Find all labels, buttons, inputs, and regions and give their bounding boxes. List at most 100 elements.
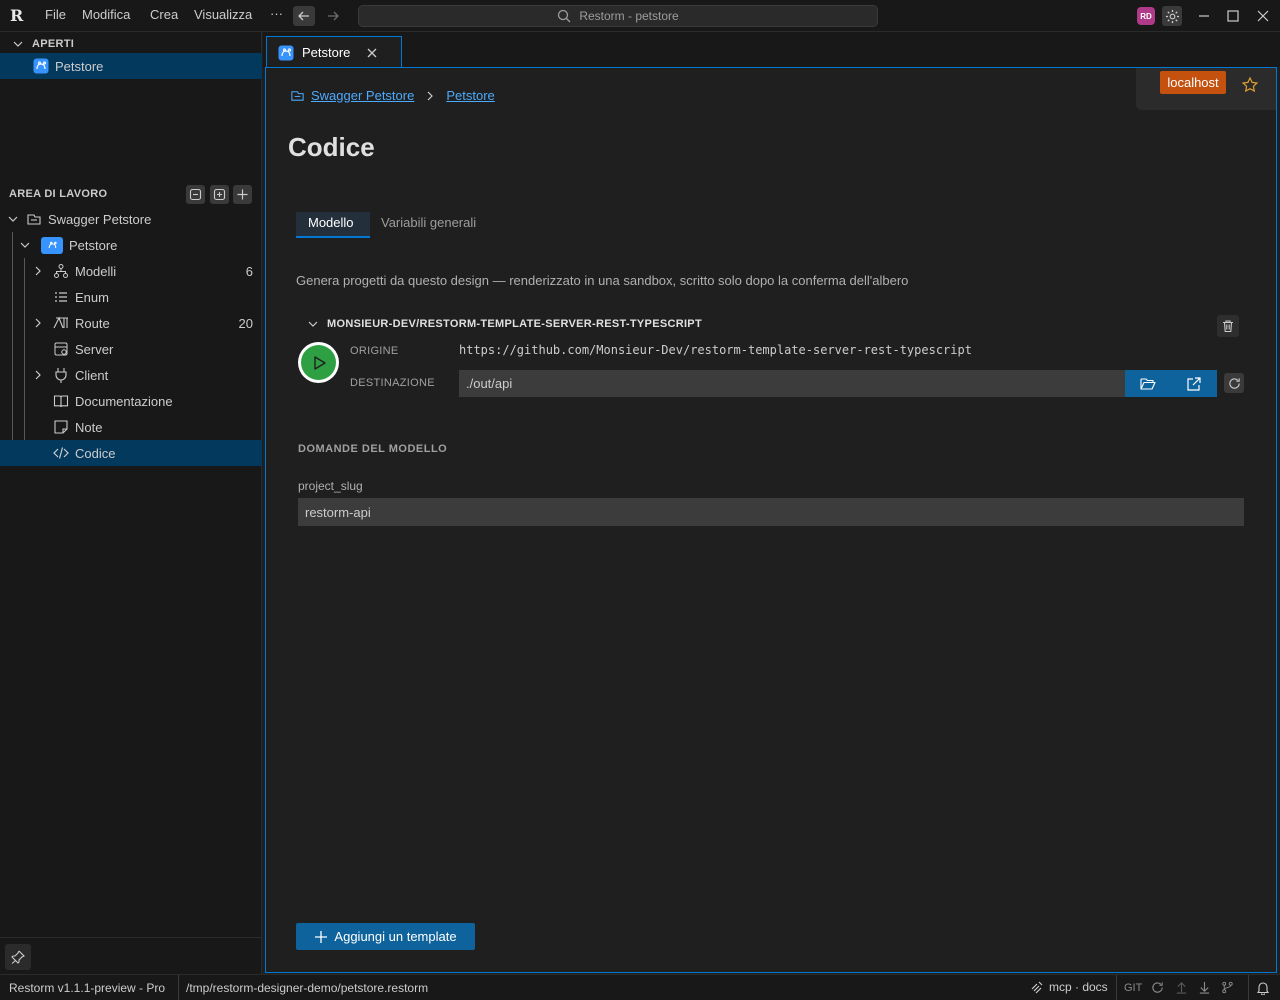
add-template-button[interactable]: Aggiungi un template (296, 923, 475, 950)
add-template-label: Aggiungi un template (334, 929, 457, 944)
pin-button[interactable] (5, 944, 31, 970)
tree-root-label: Swagger Petstore (48, 211, 152, 227)
tree-item-note[interactable]: Note (0, 414, 262, 440)
menu-visualizza[interactable]: Visualizza (194, 7, 252, 22)
git-pull-icon[interactable] (1198, 981, 1211, 994)
git-branch-icon[interactable] (1221, 981, 1234, 994)
tree-item-server[interactable]: Server (0, 336, 262, 362)
chevron-down-icon (20, 242, 30, 248)
open-external-button[interactable] (1171, 370, 1217, 397)
external-link-icon (1187, 376, 1201, 391)
note-icon (54, 420, 68, 434)
environment-badge[interactable]: localhost (1160, 71, 1226, 94)
expand-all-button[interactable] (210, 185, 229, 204)
tree-project-petstore[interactable]: Petstore (0, 232, 262, 258)
delete-template-button[interactable] (1217, 315, 1239, 337)
browse-folder-button[interactable] (1125, 370, 1171, 397)
mcp-status[interactable]: mcp · docs (1030, 980, 1108, 994)
tree-item-client[interactable]: Client (0, 362, 262, 388)
mcp-icon (1031, 981, 1043, 994)
destination-label: DESTINAZIONE (350, 377, 435, 389)
tree-item-count: 6 (245, 263, 253, 279)
chevron-down-icon (308, 321, 318, 327)
minimize-icon[interactable] (1196, 8, 1212, 24)
star-icon[interactable] (1241, 76, 1259, 94)
app-logo: R (10, 6, 24, 25)
open-item-petstore[interactable]: Petstore (0, 53, 262, 79)
tree-item-enum[interactable]: Enum (0, 284, 262, 310)
petstore-icon (278, 45, 294, 60)
tree-item-label: Client (75, 367, 109, 383)
tab-variabili-label: Variabili generali (381, 215, 477, 230)
collapse-all-button[interactable] (186, 185, 205, 204)
close-icon[interactable] (366, 47, 378, 59)
server-icon (54, 342, 68, 356)
code-icon (53, 447, 69, 459)
petstore-icon (33, 58, 49, 74)
tree-item-label: Modelli (75, 263, 117, 279)
refresh-button[interactable] (1224, 373, 1244, 393)
bell-icon[interactable] (1256, 981, 1270, 995)
chevron-down-icon (13, 41, 23, 47)
chevron-right-icon (35, 318, 41, 328)
open-section-title: APERTI (32, 38, 75, 50)
tab-label: Petstore (302, 45, 351, 60)
plus-icon (315, 930, 328, 943)
chevron-right-icon (35, 370, 41, 380)
command-search[interactable]: Restorm - petstore (358, 5, 878, 27)
tab-petstore[interactable]: Petstore (266, 36, 402, 68)
expand-all-icon (213, 188, 226, 201)
template-header[interactable]: MONSIEUR-DEV/RESTORM-TEMPLATE-SERVER-RES… (307, 318, 702, 330)
tree-item-label: Server (75, 341, 114, 357)
project-slug-input[interactable]: restorm-api (298, 498, 1244, 526)
chevron-down-icon (8, 216, 18, 222)
tree-item-count: 20 (238, 315, 253, 331)
tab-modello[interactable]: Modello (296, 212, 370, 238)
tree-item-label: Codice (75, 445, 116, 461)
tree-item-route[interactable]: Route 20 (0, 310, 262, 336)
tree-item-documentazione[interactable]: Documentazione (0, 388, 262, 414)
add-workspace-button[interactable] (233, 185, 252, 204)
settings-button[interactable] (1162, 6, 1182, 26)
menu-file[interactable]: File (45, 7, 66, 22)
models-icon (54, 264, 68, 278)
tab-bar (263, 32, 1280, 67)
destination-input[interactable]: ./out/api (459, 370, 1125, 397)
file-path[interactable]: /tmp/restorm-designer-demo/petstore.rest… (186, 981, 428, 995)
tab-variabili-generali[interactable]: Variabili generali (381, 212, 476, 238)
close-window-icon[interactable] (1255, 8, 1271, 24)
workspace-icon (291, 91, 304, 101)
tab-modello-label: Modello (308, 215, 354, 230)
menu-crea[interactable]: Crea (150, 7, 178, 22)
tree-item-label: Enum (75, 289, 109, 305)
tree-root-swagger-petstore[interactable]: Swagger Petstore (0, 206, 262, 232)
git-sync-icon[interactable] (1151, 981, 1164, 994)
git-label: GIT (1124, 982, 1143, 994)
forward-button[interactable] (322, 6, 344, 26)
back-button[interactable] (293, 6, 315, 26)
project-slug-label: project_slug (298, 479, 363, 493)
tree-item-modelli[interactable]: Modelli 6 (0, 258, 262, 284)
pin-icon (11, 950, 25, 964)
search-text: Restorm - petstore (579, 9, 679, 23)
git-push-icon[interactable] (1175, 981, 1188, 994)
collapse-all-icon (189, 188, 202, 201)
sidebar-divider (0, 937, 262, 938)
plus-icon (237, 189, 248, 200)
workspace-section-title: AREA DI LAVORO (9, 188, 108, 200)
breadcrumb-root[interactable]: Swagger Petstore (311, 88, 414, 103)
menu-more[interactable]: ··· (270, 6, 283, 21)
tree-item-codice[interactable]: Codice (0, 440, 262, 466)
workspace-icon (27, 214, 41, 225)
version-label: Restorm v1.1.1-preview - Pro (9, 981, 166, 995)
search-icon (558, 9, 571, 23)
avatar[interactable]: RD (1137, 7, 1155, 25)
book-icon (53, 395, 69, 408)
chevron-right-icon (35, 266, 41, 276)
open-section-header[interactable]: APERTI (0, 33, 262, 55)
breadcrumb-current[interactable]: Petstore (446, 88, 494, 103)
run-template-button[interactable] (298, 342, 339, 383)
maximize-icon[interactable] (1225, 8, 1241, 24)
menu-modifica[interactable]: Modifica (82, 7, 130, 22)
origin-label: ORIGINE (350, 345, 399, 357)
